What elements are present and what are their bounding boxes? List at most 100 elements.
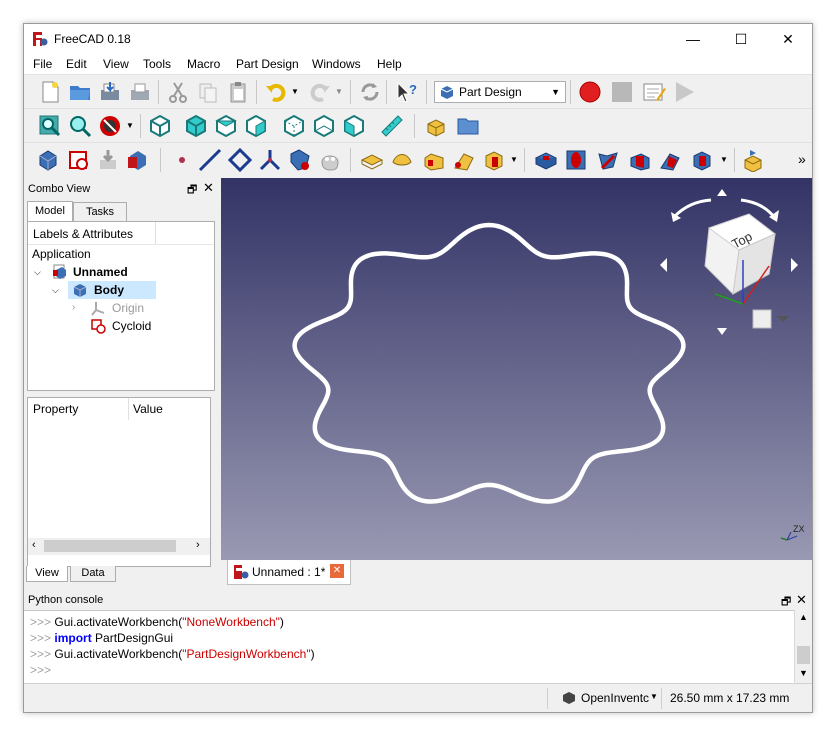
- additive-pipe-icon[interactable]: [452, 148, 476, 172]
- new-document-icon[interactable]: [38, 80, 62, 104]
- draw-style-dropdown-icon[interactable]: ▼: [126, 121, 134, 130]
- minimize-button[interactable]: —: [670, 24, 716, 54]
- tab-model[interactable]: Model: [27, 201, 73, 223]
- scroll-down-icon[interactable]: ▼: [799, 668, 808, 678]
- nav-arrow-up-icon[interactable]: [717, 189, 727, 196]
- view-top-icon[interactable]: [214, 114, 238, 138]
- close-tab-icon[interactable]: ✕: [330, 564, 344, 578]
- open-document-icon[interactable]: [68, 80, 92, 104]
- menu-macro[interactable]: Macro: [187, 57, 220, 71]
- close-window-button[interactable]: ✕: [765, 24, 811, 54]
- undo-dropdown-icon[interactable]: ▼: [291, 87, 299, 96]
- tree-item-unnamed[interactable]: ⌵ Unnamed: [32, 263, 212, 281]
- additive-primitive-icon[interactable]: [482, 148, 506, 172]
- workbench-selector[interactable]: Part Design ▼: [434, 81, 566, 103]
- create-group-icon[interactable]: [456, 114, 480, 138]
- validate-sketch-icon[interactable]: [96, 148, 120, 172]
- subtractive-pipe-icon[interactable]: [658, 148, 682, 172]
- horizontal-scrollbar[interactable]: ‹ ›: [28, 538, 210, 555]
- subtractive-loft-icon[interactable]: [628, 148, 652, 172]
- nav-arrow-left-icon[interactable]: [660, 258, 667, 272]
- menu-part-design[interactable]: Part Design: [236, 57, 299, 71]
- navigation-style-selector[interactable]: OpenInventc: [581, 691, 649, 705]
- chevron-down-icon[interactable]: ▼: [650, 692, 658, 701]
- additive-loft-icon[interactable]: [422, 148, 446, 172]
- close-panel-icon[interactable]: ✕: [203, 180, 214, 196]
- collapse-arrow-icon[interactable]: ⌵: [52, 281, 59, 299]
- tab-data[interactable]: Data: [70, 566, 116, 582]
- console-input-line[interactable]: >>>: [30, 663, 51, 677]
- menu-windows[interactable]: Windows: [312, 57, 361, 71]
- revolution-icon[interactable]: [390, 148, 414, 172]
- local-coordinate-system-icon[interactable]: [258, 148, 282, 172]
- cut-icon[interactable]: [166, 80, 190, 104]
- view-front-icon[interactable]: [184, 114, 208, 138]
- view-left-icon[interactable]: [342, 114, 366, 138]
- maximize-button[interactable]: ☐: [718, 24, 764, 54]
- sub-shape-binder-icon[interactable]: [318, 148, 342, 172]
- shape-binder-icon[interactable]: [288, 148, 312, 172]
- document-tab[interactable]: Unnamed : 1* ✕: [227, 560, 351, 585]
- pocket-icon[interactable]: [534, 148, 558, 172]
- macro-record-icon[interactable]: [578, 80, 602, 104]
- hole-icon[interactable]: [564, 148, 588, 172]
- scrollbar-thumb[interactable]: [797, 646, 810, 664]
- create-body-icon[interactable]: [36, 148, 60, 172]
- menu-tools[interactable]: Tools: [143, 57, 171, 71]
- paste-icon[interactable]: [226, 80, 250, 104]
- whats-this-icon[interactable]: ?: [394, 80, 418, 104]
- refresh-icon[interactable]: [358, 80, 382, 104]
- expand-arrow-icon[interactable]: ›: [72, 299, 75, 317]
- menu-file[interactable]: File: [33, 57, 52, 71]
- console-vertical-scrollbar[interactable]: ▲ ▼: [794, 610, 812, 682]
- close-panel-icon[interactable]: ✕: [796, 592, 807, 608]
- menu-view[interactable]: View: [103, 57, 129, 71]
- view-menu-cube-icon[interactable]: [752, 309, 772, 329]
- tab-tasks[interactable]: Tasks: [73, 202, 127, 223]
- undo-icon[interactable]: [264, 80, 288, 104]
- scrollbar-thumb[interactable]: [44, 540, 176, 552]
- nav-arrow-down-icon[interactable]: [717, 328, 727, 335]
- save-as-icon[interactable]: [128, 80, 152, 104]
- menu-edit[interactable]: Edit: [66, 57, 87, 71]
- create-sketch-icon[interactable]: [66, 148, 90, 172]
- view-bottom-icon[interactable]: [312, 114, 336, 138]
- measure-distance-icon[interactable]: [380, 114, 404, 138]
- redo-icon[interactable]: [308, 80, 332, 104]
- view-right-icon[interactable]: [244, 114, 268, 138]
- subtractive-primitive-icon[interactable]: [690, 148, 714, 172]
- mirrored-icon[interactable]: [742, 148, 766, 172]
- cycloid-sketch[interactable]: [292, 222, 686, 504]
- view-menu-dropdown-icon[interactable]: [777, 316, 789, 322]
- scroll-left-icon[interactable]: ‹: [32, 539, 36, 551]
- navigation-cube[interactable]: Top Left: [651, 182, 811, 342]
- macro-stop-icon[interactable]: [610, 80, 634, 104]
- subtractive-primitive-dropdown-icon[interactable]: ▼: [720, 155, 728, 164]
- redo-dropdown-icon[interactable]: ▼: [335, 87, 343, 96]
- datum-line-icon[interactable]: [198, 148, 222, 172]
- python-console-output[interactable]: >>> Gui.activateWorkbench("NoneWorkbench…: [24, 610, 794, 683]
- view-isometric-icon[interactable]: [148, 114, 172, 138]
- menu-help[interactable]: Help: [377, 57, 402, 71]
- toolbar-overflow-button[interactable]: »: [798, 151, 806, 167]
- datum-plane-icon[interactable]: [228, 148, 252, 172]
- rotate-left-icon[interactable]: [673, 198, 712, 218]
- additive-primitive-dropdown-icon[interactable]: ▼: [510, 155, 518, 164]
- fit-selection-icon[interactable]: [68, 114, 92, 138]
- 3d-viewport[interactable]: Top Left ZX: [221, 178, 812, 560]
- groove-icon[interactable]: [596, 148, 620, 172]
- save-document-icon[interactable]: [98, 80, 122, 104]
- macro-edit-icon[interactable]: [642, 80, 666, 104]
- draw-style-icon[interactable]: [98, 114, 122, 138]
- nav-arrow-right-icon[interactable]: [791, 258, 798, 272]
- macro-execute-icon[interactable]: [672, 80, 696, 104]
- undock-icon[interactable]: 🗗: [187, 181, 197, 200]
- view-rear-icon[interactable]: [282, 114, 306, 138]
- clone-icon[interactable]: [126, 148, 150, 172]
- tree-item-cycloid[interactable]: Cycloid: [68, 317, 168, 335]
- create-part-icon[interactable]: [424, 114, 448, 138]
- scroll-up-icon[interactable]: ▲: [799, 612, 808, 622]
- copy-icon[interactable]: [196, 80, 220, 104]
- pad-icon[interactable]: [360, 148, 384, 172]
- tree-item-origin[interactable]: › Origin: [68, 299, 168, 317]
